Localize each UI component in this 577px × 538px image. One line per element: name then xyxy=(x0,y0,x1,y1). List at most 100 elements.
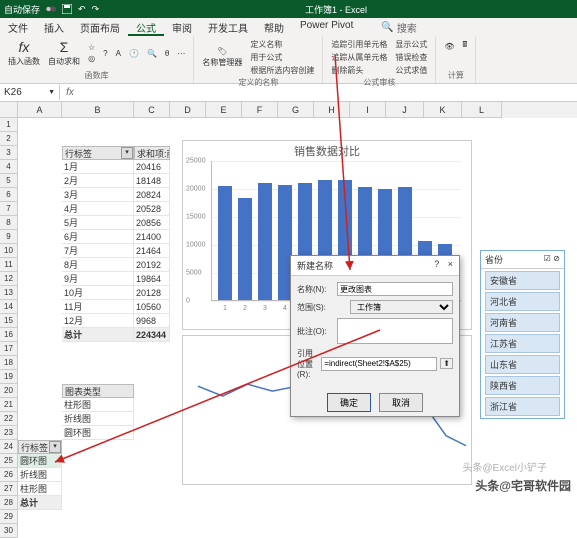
tab-pagelayout[interactable]: 页面布局 xyxy=(72,18,128,36)
dialog-close-button[interactable]: × xyxy=(448,259,453,269)
tab-insert[interactable]: 插入 xyxy=(36,18,72,36)
cell[interactable]: 柱形图 xyxy=(62,398,134,412)
row-header-13[interactable]: 13 xyxy=(0,286,18,300)
row-header-11[interactable]: 11 xyxy=(0,258,18,272)
save-icon[interactable] xyxy=(62,4,72,14)
comment-input[interactable] xyxy=(337,318,453,344)
cell[interactable]: 求和项:商品数量 xyxy=(134,146,170,160)
col-header-J[interactable]: J xyxy=(386,102,424,118)
tab-review[interactable]: 审阅 xyxy=(164,18,200,36)
cell[interactable]: 18148 xyxy=(134,174,170,188)
cell[interactable]: 1月 xyxy=(62,160,134,174)
autosave-toggle[interactable]: 自动保存 xyxy=(4,3,40,16)
col-header-C[interactable]: C xyxy=(134,102,170,118)
col-header-A[interactable]: A xyxy=(18,102,62,118)
row-header-28[interactable]: 28 xyxy=(0,496,18,510)
row-header-9[interactable]: 9 xyxy=(0,230,18,244)
row-header-27[interactable]: 27 xyxy=(0,482,18,496)
row-header-29[interactable]: 29 xyxy=(0,510,18,524)
cell[interactable]: 11月 xyxy=(62,300,134,314)
tab-formulas[interactable]: 公式 xyxy=(128,18,164,36)
cell[interactable]: 柱形图 xyxy=(18,482,62,496)
cell[interactable]: 224344 xyxy=(134,328,170,342)
cell[interactable]: 20416 xyxy=(134,160,170,174)
trace-precedents-button[interactable]: 追踪引用单元格 xyxy=(329,38,389,51)
col-header-I[interactable]: I xyxy=(350,102,386,118)
ref-picker-icon[interactable]: ⬆ xyxy=(440,358,453,369)
cell[interactable]: 19864 xyxy=(134,272,170,286)
undo-icon[interactable]: ↶ xyxy=(78,4,86,15)
slicer-clear-icon[interactable]: ⊘ xyxy=(553,254,560,263)
cell[interactable]: 图表类型 xyxy=(62,384,134,398)
tab-file[interactable]: 文件 xyxy=(0,18,36,36)
error-check-button[interactable]: 错误检查 xyxy=(393,51,429,64)
financial-button[interactable]: ◎ xyxy=(86,53,97,64)
create-from-sel-button[interactable]: 根据所选内容创建 xyxy=(248,64,316,77)
trace-dependents-button[interactable]: 追踪从属单元格 xyxy=(329,51,389,64)
row-header-2[interactable]: 2 xyxy=(0,132,18,146)
select-all-corner[interactable] xyxy=(0,102,18,118)
row-header-25[interactable]: 25 xyxy=(0,454,18,468)
autosave-switch-icon[interactable] xyxy=(46,4,56,14)
slicer-item[interactable]: 河南省 xyxy=(485,313,560,332)
cell[interactable]: 9968 xyxy=(134,314,170,328)
name-input[interactable] xyxy=(337,282,453,296)
cell[interactable]: 8月 xyxy=(62,258,134,272)
col-header-E[interactable]: E xyxy=(206,102,242,118)
row-header-12[interactable]: 12 xyxy=(0,272,18,286)
bar[interactable] xyxy=(258,183,272,300)
row-header-20[interactable]: 20 xyxy=(0,384,18,398)
slicer-item[interactable]: 山东省 xyxy=(485,355,560,374)
row-header-14[interactable]: 14 xyxy=(0,300,18,314)
eval-formula-button[interactable]: 公式求值 xyxy=(393,64,429,77)
dialog-help-button[interactable]: ? xyxy=(434,259,439,269)
redo-icon[interactable]: ↷ xyxy=(92,4,100,15)
province-slicer[interactable]: 省份 ☑ ⊘ 安徽省河北省河南省江苏省山东省陕西省浙江省 xyxy=(480,250,565,419)
row-header-30[interactable]: 30 xyxy=(0,524,18,538)
slicer-multi-icon[interactable]: ☑ xyxy=(544,254,551,263)
tab-developer[interactable]: 开发工具 xyxy=(200,18,256,36)
cell[interactable]: 6月 xyxy=(62,230,134,244)
cell[interactable]: 20856 xyxy=(134,216,170,230)
cell[interactable]: 圆环图 xyxy=(18,454,62,468)
cell[interactable]: 折线图 xyxy=(18,468,62,482)
cell[interactable]: 总计 xyxy=(18,496,62,510)
cell[interactable]: 20528 xyxy=(134,202,170,216)
recent-fn-button[interactable]: ☆ xyxy=(86,42,97,53)
insert-function-button[interactable]: fx 插入函数 xyxy=(6,38,42,68)
col-header-H[interactable]: H xyxy=(314,102,350,118)
lookup-button[interactable]: 🔍 xyxy=(145,48,159,59)
autosum-button[interactable]: Σ 自动求和 xyxy=(46,38,82,68)
name-manager-button[interactable]: 🏷 名称管理器 xyxy=(200,46,244,69)
row-header-10[interactable]: 10 xyxy=(0,244,18,258)
show-formulas-button[interactable]: 显示公式 xyxy=(393,38,429,51)
remove-arrows-button[interactable]: 删除箭头 xyxy=(329,64,389,77)
row-header-8[interactable]: 8 xyxy=(0,216,18,230)
cell[interactable]: 12月 xyxy=(62,314,134,328)
col-header-D[interactable]: D xyxy=(170,102,206,118)
math-button[interactable]: θ xyxy=(163,48,171,59)
col-header-F[interactable]: F xyxy=(242,102,278,118)
more-fn-button[interactable]: ⋯ xyxy=(175,48,187,59)
row-header-6[interactable]: 6 xyxy=(0,188,18,202)
cell[interactable]: 21464 xyxy=(134,244,170,258)
cell[interactable]: 20824 xyxy=(134,188,170,202)
watch-window-button[interactable]: 👁 xyxy=(442,41,456,52)
cell[interactable]: 5月 xyxy=(62,216,134,230)
cell[interactable]: 10560 xyxy=(134,300,170,314)
slicer-item[interactable]: 安徽省 xyxy=(485,271,560,290)
pivot-filter-button-2[interactable]: ▾ xyxy=(49,441,61,453)
row-header-19[interactable]: 19 xyxy=(0,370,18,384)
slicer-item[interactable]: 陕西省 xyxy=(485,376,560,395)
row-header-3[interactable]: 3 xyxy=(0,146,18,160)
cell[interactable]: 4月 xyxy=(62,202,134,216)
pivot-filter-button[interactable]: ▾ xyxy=(121,147,133,159)
tab-powerpivot[interactable]: Power Pivot xyxy=(292,18,361,36)
cell[interactable]: 20128 xyxy=(134,286,170,300)
row-header-24[interactable]: 24 xyxy=(0,440,18,454)
col-header-B[interactable]: B xyxy=(62,102,134,118)
cell[interactable]: 21400 xyxy=(134,230,170,244)
cell[interactable]: 3月 xyxy=(62,188,134,202)
fx-button[interactable]: fx xyxy=(60,87,80,98)
cell[interactable]: 7月 xyxy=(62,244,134,258)
